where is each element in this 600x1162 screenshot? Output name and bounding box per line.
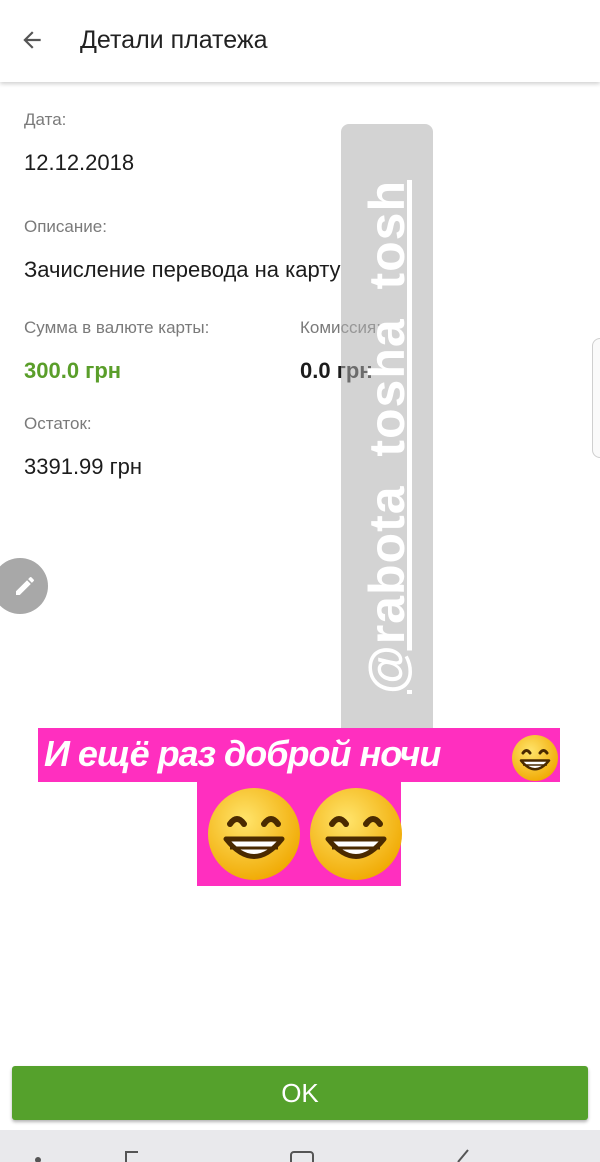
watermark-text: @rabota_tosha_tosh xyxy=(359,179,415,695)
grinning-face-icon xyxy=(208,788,300,880)
system-nav-bar xyxy=(0,1130,600,1162)
nav-recents-icon[interactable] xyxy=(122,1148,146,1162)
description-label: Описание: xyxy=(24,217,107,236)
grinning-face-icon xyxy=(512,735,558,781)
arrow-left-icon xyxy=(23,31,41,49)
edit-button[interactable] xyxy=(0,558,48,614)
back-button[interactable] xyxy=(14,22,50,58)
watermark-overlay: @rabota_tosha_tosh xyxy=(341,124,433,750)
date-value: 12.12.2018 xyxy=(24,150,135,175)
page-title: Детали платежа xyxy=(80,26,268,54)
nav-back-icon[interactable] xyxy=(26,1148,50,1162)
balance-label: Остаток: xyxy=(24,414,92,433)
grinning-face-icon xyxy=(310,788,402,880)
nav-forward-icon[interactable] xyxy=(452,1148,476,1162)
nav-home-icon[interactable] xyxy=(288,1148,316,1162)
edge-panel-handle[interactable] xyxy=(592,338,600,458)
description-value: Зачисление перевода на карту xyxy=(24,257,341,282)
app-bar: Детали платежа xyxy=(0,0,600,82)
action-bar: OK xyxy=(0,1056,600,1130)
amount-value: 300.0 грн xyxy=(24,358,122,383)
date-label: Дата: xyxy=(24,110,67,129)
pencil-icon xyxy=(16,576,35,595)
amount-label: Сумма в валюте карты: xyxy=(24,318,210,337)
ok-button[interactable]: OK xyxy=(12,1066,588,1120)
balance-value: 3391.99 грн xyxy=(24,454,143,479)
sticker-text: И ещё раз доброй ночи xyxy=(44,733,441,774)
